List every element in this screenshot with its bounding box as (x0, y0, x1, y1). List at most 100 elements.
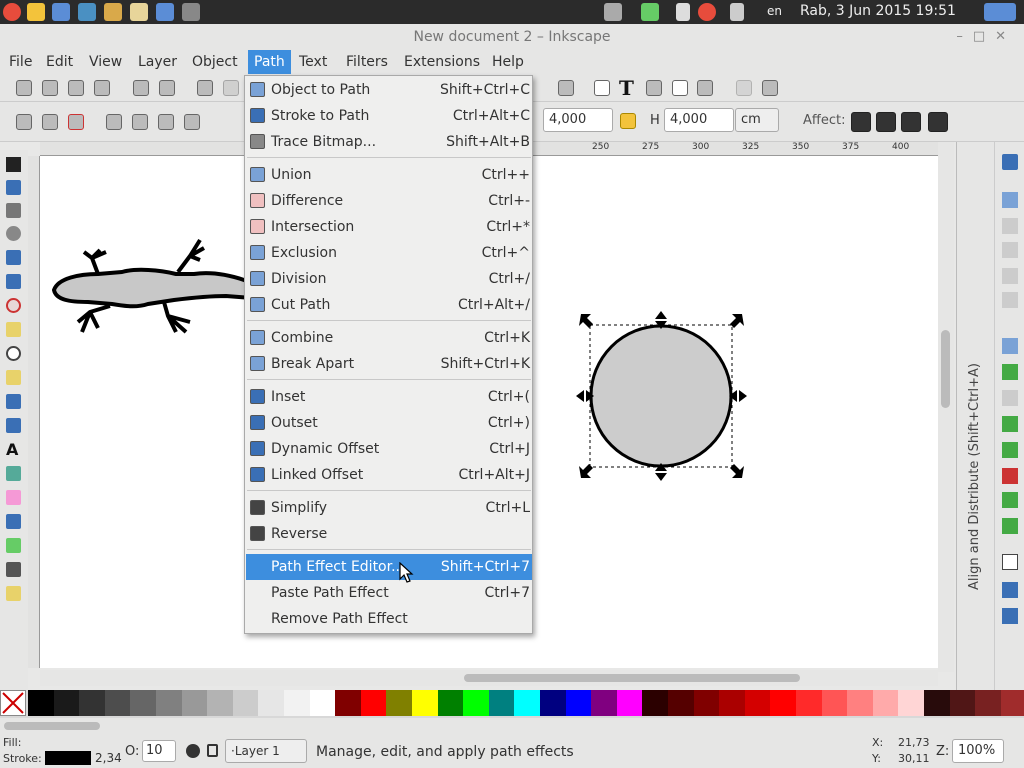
open-document-icon[interactable] (42, 80, 58, 96)
palette-swatch[interactable] (770, 690, 797, 716)
rectangle-tool-icon[interactable] (6, 250, 21, 265)
menu-item-path-effect-editor[interactable]: Path Effect Editor... Shift+Ctrl+7 (246, 554, 532, 580)
menu-item-inset[interactable]: Inset Ctrl+( (246, 384, 532, 410)
palette-swatch[interactable] (232, 690, 259, 716)
snap-bbox-midpoint-icon[interactable] (1002, 268, 1018, 284)
volume-icon[interactable] (730, 3, 744, 21)
layers-icon[interactable] (646, 80, 662, 96)
preferences-icon[interactable] (736, 80, 752, 96)
document-properties-icon[interactable] (762, 80, 778, 96)
palette-swatch[interactable] (847, 690, 874, 716)
menu-item-combine[interactable]: Combine Ctrl+K (246, 325, 532, 351)
align-distribute-tab[interactable]: Align and Distribute (Shift+Ctrl+A) (967, 363, 982, 590)
undo-icon[interactable] (197, 80, 213, 96)
palette-swatch[interactable] (463, 690, 490, 716)
palette-swatch[interactable] (744, 690, 771, 716)
menu-object[interactable]: Object (188, 50, 242, 74)
affect-patterns-icon[interactable] (928, 112, 948, 132)
paint-bucket-tool-icon[interactable] (6, 514, 21, 529)
palette-swatch[interactable] (693, 690, 720, 716)
menu-item-stroke-to-path[interactable]: Stroke to Path Ctrl+Alt+C (246, 103, 532, 129)
menu-path[interactable]: Path (248, 50, 291, 74)
palette-swatch[interactable] (309, 690, 336, 716)
snap-bbox-icon[interactable] (1002, 192, 1018, 208)
window-controls[interactable]: –□✕ (956, 24, 1016, 50)
layer-lock-icon[interactable] (207, 744, 218, 757)
snap-grid-icon[interactable] (1002, 582, 1018, 598)
palette-swatch[interactable] (488, 690, 515, 716)
palette-scroll-thumb[interactable] (4, 722, 100, 730)
palette-scrollbar[interactable] (0, 718, 1024, 734)
stroke-color-swatch[interactable] (45, 751, 91, 765)
fill-stroke-icon[interactable] (594, 80, 610, 96)
lock-ratio-icon[interactable] (620, 113, 636, 129)
palette-swatch[interactable] (156, 690, 182, 716)
clock[interactable]: Rab, 3 Jun 2015 19:51 (800, 3, 956, 19)
width-field[interactable]: 4,000 (543, 108, 613, 132)
palette-swatch[interactable] (514, 690, 541, 716)
eraser-tool-icon[interactable] (6, 490, 21, 505)
menu-item-paste-path-effect[interactable]: Paste Path Effect Ctrl+7 (246, 580, 532, 606)
calligraphy-tool-icon[interactable] (6, 418, 21, 433)
selected-circle[interactable] (589, 324, 733, 468)
affect-stroke-width-icon[interactable] (851, 112, 871, 132)
palette-swatch[interactable] (1000, 690, 1024, 716)
palette-swatch[interactable] (437, 690, 464, 716)
menu-item-intersection[interactable]: Intersection Ctrl+* (246, 214, 532, 240)
palette-swatch[interactable] (924, 690, 950, 716)
snap-line-midpoint-icon[interactable] (1002, 468, 1018, 484)
align-distribute-icon[interactable] (697, 80, 713, 96)
deselect-icon[interactable] (68, 114, 84, 130)
desktop-settings-icon[interactable] (984, 3, 1016, 21)
snap-guide-icon[interactable] (1002, 608, 1018, 624)
vertical-scrollbar[interactable] (938, 142, 954, 672)
palette-swatch[interactable] (565, 690, 592, 716)
zoom-field[interactable]: 100% (952, 739, 1004, 763)
palette-swatch[interactable] (975, 690, 1002, 716)
node-tool-icon[interactable] (6, 180, 21, 195)
menu-file[interactable]: File (5, 50, 36, 74)
document-icon[interactable] (156, 3, 174, 21)
new-document-icon[interactable] (16, 80, 32, 96)
menu-item-linked-offset[interactable]: Linked Offset Ctrl+Alt+J (246, 462, 532, 488)
snap-intersection-icon[interactable] (1002, 390, 1018, 406)
browser-icon[interactable] (52, 3, 70, 21)
menu-item-trace-bitmap[interactable]: Trace Bitmap... Shift+Alt+B (246, 129, 532, 155)
menu-item-outset[interactable]: Outset Ctrl+) (246, 410, 532, 436)
layer-visibility-icon[interactable] (186, 744, 200, 758)
palette-swatch[interactable] (642, 690, 669, 716)
palette-swatch[interactable] (104, 690, 131, 716)
menu-item-break-apart[interactable]: Break Apart Shift+Ctrl+K (246, 351, 532, 377)
menu-item-dynamic-offset[interactable]: Dynamic Offset Ctrl+J (246, 436, 532, 462)
zoom-drawing-icon[interactable] (558, 80, 574, 96)
snap-object-midpoint-icon[interactable] (1002, 492, 1018, 508)
snap-bbox-corner-icon[interactable] (1002, 242, 1018, 258)
horizontal-scroll-thumb[interactable] (464, 674, 800, 682)
palette-swatch[interactable] (181, 690, 208, 716)
import-icon[interactable] (133, 80, 149, 96)
palette-swatch[interactable] (360, 690, 387, 716)
menu-item-difference[interactable]: Difference Ctrl+- (246, 188, 532, 214)
select-all-icon[interactable] (16, 114, 32, 130)
zoom-tool-icon[interactable] (6, 226, 21, 241)
tweak-tool-icon[interactable] (6, 203, 21, 218)
flip-vertical-icon[interactable] (184, 114, 200, 130)
menu-item-simplify[interactable]: Simplify Ctrl+L (246, 495, 532, 521)
redo-icon[interactable] (223, 80, 239, 96)
spray-tool-icon[interactable] (6, 466, 21, 481)
palette-swatch[interactable] (796, 690, 822, 716)
unit-select[interactable]: cm (735, 108, 779, 132)
spiral-tool-icon[interactable] (6, 346, 21, 361)
ellipse-tool-icon[interactable] (6, 298, 21, 313)
palette-swatch[interactable] (668, 690, 694, 716)
palette-swatch[interactable] (386, 690, 413, 716)
menu-item-cut-path[interactable]: Cut Path Ctrl+Alt+/ (246, 292, 532, 318)
save-document-icon[interactable] (68, 80, 84, 96)
palette-swatch[interactable] (258, 690, 285, 716)
palette-swatch[interactable] (591, 690, 618, 716)
height-field[interactable]: 4,000 (664, 108, 734, 132)
rotate-cw-icon[interactable] (132, 114, 148, 130)
dropper-tool-icon[interactable] (6, 562, 21, 577)
menu-help[interactable]: Help (488, 50, 528, 74)
menu-layer[interactable]: Layer (134, 50, 181, 74)
